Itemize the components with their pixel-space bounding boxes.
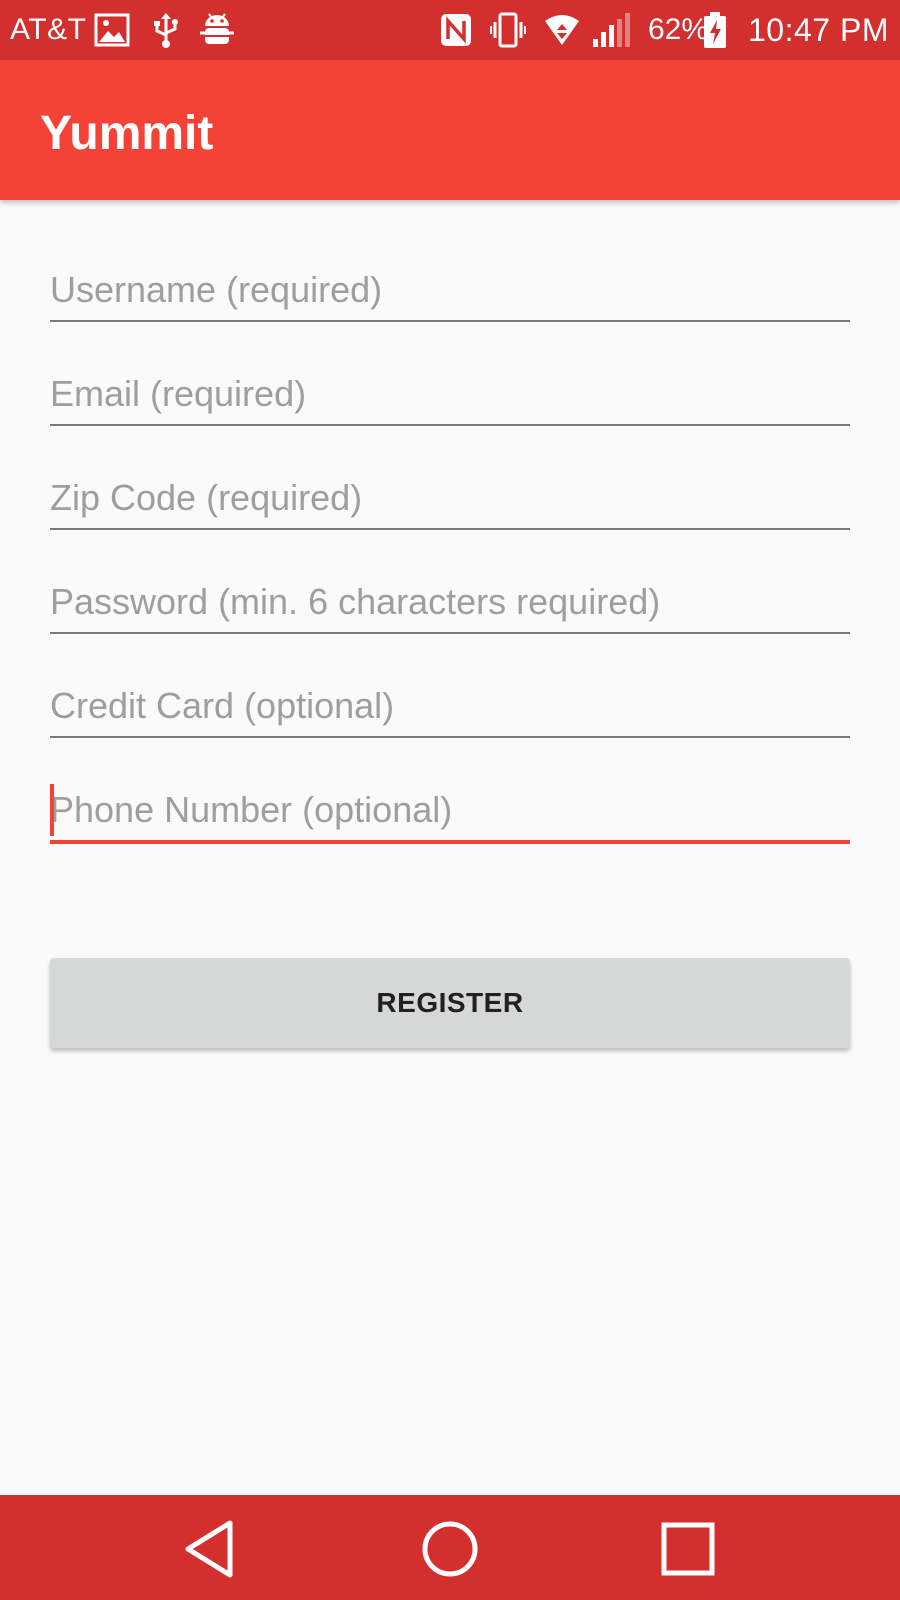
app-title: Yummit	[40, 107, 214, 160]
username-underline	[50, 320, 850, 322]
battery-charging-icon	[702, 11, 728, 49]
vibrate-icon	[490, 11, 526, 49]
password-input[interactable]	[50, 580, 850, 624]
phone-number-underline	[50, 840, 850, 844]
navigation-bar	[0, 1495, 900, 1600]
carrier-label: AT&T	[10, 13, 87, 46]
signal-icon	[592, 11, 632, 49]
credit-card-field	[50, 656, 850, 760]
registration-form	[50, 240, 850, 864]
credit-card-underline	[50, 736, 850, 738]
android-debug-icon	[199, 11, 235, 49]
app-bar: Yummit	[0, 60, 900, 200]
phone-number-field	[50, 760, 850, 864]
phone-number-input[interactable]	[50, 788, 850, 832]
home-icon[interactable]	[418, 1517, 482, 1581]
email-underline	[50, 424, 850, 426]
recents-icon[interactable]	[656, 1517, 720, 1581]
email-input[interactable]	[50, 372, 850, 416]
zip-code-field	[50, 448, 850, 552]
zip-code-underline	[50, 528, 850, 530]
username-field	[50, 240, 850, 344]
email-field	[50, 344, 850, 448]
usb-icon	[148, 11, 184, 49]
credit-card-input[interactable]	[50, 684, 850, 728]
username-input[interactable]	[50, 268, 850, 312]
image-icon	[94, 11, 130, 49]
wifi-icon	[544, 11, 580, 49]
password-field	[50, 552, 850, 656]
clock: 10:47 PM	[748, 12, 889, 48]
password-underline	[50, 632, 850, 634]
register-button[interactable]: REGISTER	[50, 958, 850, 1048]
zip-code-input[interactable]	[50, 476, 850, 520]
status-bar: AT&T 62% 10:47 PM	[0, 0, 900, 60]
text-cursor	[50, 784, 54, 836]
back-icon[interactable]	[180, 1517, 244, 1581]
nfc-icon	[438, 11, 474, 49]
battery-percent: 62%	[648, 13, 709, 46]
